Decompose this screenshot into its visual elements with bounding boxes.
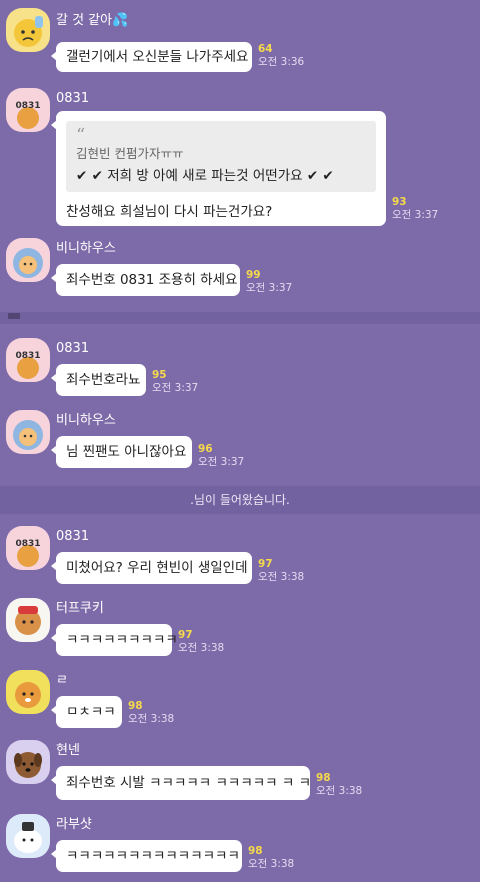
- unread-count: 93: [392, 196, 407, 208]
- sad-character-avatar-icon[interactable]: [6, 8, 50, 52]
- sender-name: 비니하우스: [56, 413, 116, 428]
- quoted-message[interactable]: “ 김현빈 컨펌가자ㅠㅠ ✔ ✔ 저희 방 아예 새로 파는것 어떤가요 ✔ ✔: [66, 121, 376, 192]
- unread-count: 96: [198, 443, 213, 455]
- unread-count: 98: [316, 772, 331, 784]
- sender-name: 0831: [56, 341, 90, 356]
- sender-name: 터프쿠키: [56, 601, 104, 616]
- message-meta: 98 오전 3:38: [248, 845, 294, 871]
- system-message: .님이 들어왔습니다.: [190, 493, 290, 507]
- unread-count: 64: [258, 43, 273, 55]
- divider-marker: [8, 313, 20, 319]
- sender-name: ㄹ: [56, 673, 68, 688]
- message-time: 오전 3:38: [316, 785, 363, 797]
- message-time: 오전 3:38: [178, 642, 225, 654]
- unread-count: 98: [128, 700, 143, 712]
- sender-name: 라부샷: [56, 817, 92, 832]
- message-meta: 93 오전 3:37: [392, 196, 438, 222]
- message-time: 오전 3:37: [152, 382, 199, 394]
- message-bubble[interactable]: 죄수번호 시발 ㅋㅋㅋㅋㅋ ㅋㅋㅋㅋㅋ ㅋ ㅋ: [51, 766, 311, 800]
- message-time: 오전 3:38: [258, 571, 305, 583]
- hooded-character-avatar-icon[interactable]: [6, 410, 50, 454]
- sender-name: 0831: [56, 529, 90, 544]
- message-meta: 97 오전 3:38: [178, 629, 224, 655]
- svg-text:0831: 0831: [15, 351, 40, 361]
- message-time: 오전 3:38: [128, 713, 175, 725]
- hooded-character-avatar-icon[interactable]: [6, 238, 50, 282]
- message-bubble[interactable]: 갤런기에서 오신분들 나가주세요: [51, 42, 252, 72]
- message-meta: 64 오전 3:36: [258, 43, 304, 69]
- 0831-character-avatar-icon[interactable]: 0831: [6, 338, 50, 382]
- reply-text: 찬성해요 희설님이 다시 파는건가요?: [66, 204, 273, 220]
- svg-text:0831: 0831: [15, 101, 40, 111]
- svg-text:0831: 0831: [15, 539, 40, 549]
- lion-character-avatar-icon[interactable]: [6, 670, 50, 714]
- message-meta: 98 오전 3:38: [128, 700, 174, 726]
- dog-character-avatar-icon[interactable]: [6, 740, 50, 784]
- unread-count: 98: [248, 845, 263, 857]
- message-meta: 97 오전 3:38: [258, 558, 304, 584]
- 0831-character-avatar-icon[interactable]: 0831: [6, 526, 50, 570]
- message-time: 오전 3:37: [246, 282, 293, 294]
- message-bubble[interactable]: ㅋㅋㅋㅋㅋㅋㅋㅋㅋ: [51, 624, 178, 656]
- 0831-character-avatar-icon[interactable]: 0831: [6, 88, 50, 132]
- unread-count: 97: [178, 629, 193, 641]
- message-time: 오전 3:37: [198, 456, 245, 468]
- message-time: 오전 3:37: [392, 209, 439, 221]
- message-time: 오전 3:38: [248, 858, 295, 870]
- sender-name: 비니하우스: [56, 241, 116, 256]
- unread-count: 97: [258, 558, 273, 570]
- message-bubble[interactable]: 죄수번호 0831 조용히 하세요: [51, 264, 240, 296]
- message-meta: 96 오전 3:37: [198, 443, 244, 469]
- white-character-avatar-icon[interactable]: [6, 814, 50, 858]
- history-divider: [0, 312, 480, 324]
- quoted-text: ✔ ✔ 저희 방 아예 새로 파는것 어떤가요 ✔ ✔: [76, 168, 334, 184]
- unread-count: 95: [152, 369, 167, 381]
- message-bubble[interactable]: 님 찐팬도 아니잖아요: [51, 436, 192, 468]
- cookie-character-avatar-icon[interactable]: [6, 598, 50, 642]
- message-bubble[interactable]: 죄수번호라뇨: [51, 364, 146, 396]
- message-meta: 98 오전 3:38: [316, 772, 362, 798]
- sender-name: 갈 것 같아💦: [56, 13, 129, 28]
- message-meta: 99 오전 3:37: [246, 269, 292, 295]
- message-bubble[interactable]: 미쳤어요? 우리 현빈이 생일인데: [51, 552, 252, 584]
- quoted-sender: 김현빈 컨펌가자ㅠㅠ: [76, 146, 184, 161]
- sender-name: 0831: [56, 91, 90, 106]
- message-time: 오전 3:36: [258, 56, 305, 68]
- message-bubble[interactable]: ㅁㅊㅋㅋ: [51, 696, 122, 728]
- message-bubble[interactable]: ㅋㅋㅋㅋㅋㅋㅋㅋㅋㅋㅋㅋㅋㅋ: [51, 840, 242, 872]
- unread-count: 99: [246, 269, 261, 281]
- message-meta: 95 오전 3:37: [152, 369, 198, 395]
- sender-name: 현넨: [56, 743, 80, 758]
